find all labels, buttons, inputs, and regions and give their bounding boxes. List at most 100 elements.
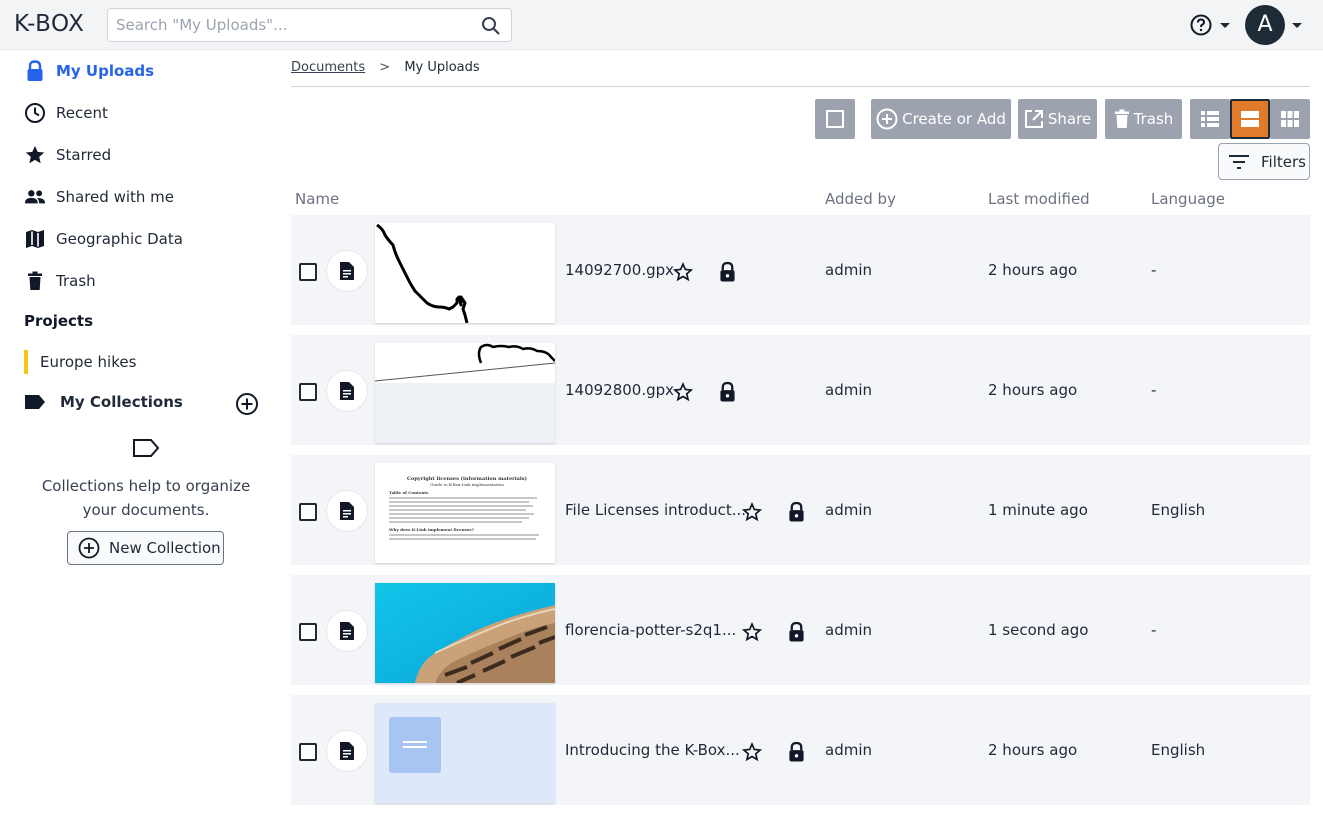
- add-collection-icon[interactable]: [235, 392, 259, 420]
- column-header-added-by[interactable]: Added by: [825, 190, 896, 208]
- list-view-button[interactable]: [1190, 99, 1230, 139]
- column-header-name[interactable]: Name: [295, 190, 339, 208]
- document-icon: [326, 370, 368, 412]
- projects-title: Projects: [24, 312, 94, 330]
- language: English: [1151, 501, 1206, 519]
- select-all-button[interactable]: [815, 99, 855, 139]
- table-row[interactable]: 14092700.gpx admin 2 hours ago -: [291, 215, 1310, 325]
- sidebar-item-label: Geographic Data: [56, 230, 183, 248]
- last-modified: 1 minute ago: [988, 501, 1088, 519]
- added-by: admin: [825, 621, 872, 639]
- lock-icon: [788, 621, 805, 647]
- column-header-last-modified[interactable]: Last modified: [988, 190, 1090, 208]
- table-row[interactable]: Copyright licenses (information material…: [291, 455, 1310, 565]
- trash-icon: [24, 270, 46, 292]
- sidebar-item-label: Trash: [56, 272, 96, 290]
- file-name[interactable]: File Licenses introduct...: [565, 501, 746, 519]
- sidebar-item-geographic-data[interactable]: Geographic Data: [24, 225, 183, 253]
- trash-button[interactable]: Trash: [1105, 99, 1182, 139]
- last-modified: 2 hours ago: [988, 261, 1078, 279]
- document-preview: Copyright licenses (information material…: [375, 463, 555, 540]
- added-by: admin: [825, 501, 872, 519]
- filter-icon: [1229, 154, 1249, 170]
- sidebar-item-my-uploads[interactable]: My Uploads: [24, 57, 154, 85]
- star-outline-icon[interactable]: [672, 382, 694, 406]
- create-or-add-button[interactable]: Create or Add: [871, 99, 1011, 139]
- open-in-new-icon: [1024, 109, 1044, 129]
- search-box[interactable]: [107, 8, 512, 42]
- help-icon[interactable]: [1190, 14, 1212, 40]
- divider: [291, 86, 1310, 87]
- breadcrumb-separator: >: [379, 60, 391, 75]
- last-modified: 1 second ago: [988, 621, 1089, 639]
- breadcrumb: Documents > My Uploads: [291, 60, 480, 75]
- breadcrumb-root-link[interactable]: Documents: [291, 60, 365, 75]
- file-thumbnail[interactable]: [375, 703, 555, 803]
- sidebar-item-label: Shared with me: [56, 188, 175, 206]
- row-checkbox[interactable]: [299, 743, 317, 761]
- lock-icon: [788, 741, 805, 767]
- top-bar: K-BOX A: [0, 0, 1323, 50]
- sidebar-item-shared-with-me[interactable]: Shared with me: [24, 183, 174, 211]
- search-input[interactable]: [108, 9, 468, 41]
- user-menu-chevron-down-icon[interactable]: [1292, 23, 1302, 28]
- star-outline-icon[interactable]: [672, 262, 694, 286]
- label-outline-icon: [132, 438, 160, 462]
- file-thumbnail[interactable]: Copyright licenses (information material…: [375, 463, 555, 563]
- list-view-icon: [1201, 111, 1219, 127]
- add-circle-icon: [78, 537, 100, 559]
- new-collection-button[interactable]: New Collection: [67, 531, 224, 565]
- star-outline-icon[interactable]: [741, 742, 763, 766]
- file-name[interactable]: Introducing the K-Box...: [565, 741, 740, 759]
- image-thumbnail[interactable]: [375, 583, 555, 683]
- added-by: admin: [825, 381, 872, 399]
- row-checkbox[interactable]: [299, 263, 317, 281]
- breadcrumb-current: My Uploads: [404, 60, 480, 75]
- document-icon: [326, 730, 368, 772]
- project-item[interactable]: Europe hikes: [24, 350, 136, 374]
- document-icon: [326, 610, 368, 652]
- help-chevron-down-icon[interactable]: [1220, 23, 1230, 28]
- app-logo[interactable]: K-BOX: [14, 11, 84, 37]
- sidebar-item-label: My Uploads: [56, 62, 155, 80]
- label-icon: [24, 394, 46, 410]
- filters-button[interactable]: Filters: [1218, 143, 1310, 180]
- sidebar-item-label: Starred: [56, 146, 112, 164]
- file-thumbnail[interactable]: [375, 223, 555, 323]
- map-icon: [24, 228, 46, 250]
- file-thumbnail[interactable]: [375, 343, 555, 443]
- collections-title[interactable]: My Collections: [24, 393, 183, 411]
- row-checkbox[interactable]: [299, 383, 317, 401]
- row-checkbox[interactable]: [299, 503, 317, 521]
- table-row[interactable]: Introducing the K-Box... admin 2 hours a…: [291, 695, 1310, 805]
- sidebar-item-trash[interactable]: Trash: [24, 267, 96, 295]
- language: -: [1151, 381, 1157, 399]
- last-modified: 2 hours ago: [988, 381, 1078, 399]
- row-checkbox[interactable]: [299, 623, 317, 641]
- search-icon[interactable]: [481, 16, 501, 40]
- file-name[interactable]: 14092700.gpx: [565, 261, 674, 279]
- file-name[interactable]: 14092800.gpx: [565, 381, 674, 399]
- grid-view-icon: [1281, 111, 1299, 127]
- card-view-button[interactable]: [1230, 99, 1270, 139]
- sidebar-item-recent[interactable]: Recent: [24, 99, 108, 127]
- share-button[interactable]: Share: [1018, 99, 1097, 139]
- grid-view-button[interactable]: [1270, 99, 1310, 139]
- trash-icon: [1114, 109, 1130, 129]
- clock-icon: [24, 102, 46, 124]
- table-row[interactable]: florencia-potter-s2q1... admin 1 second …: [291, 575, 1310, 685]
- lock-icon: [719, 381, 736, 407]
- avatar[interactable]: A: [1245, 5, 1285, 45]
- column-header-language[interactable]: Language: [1151, 190, 1225, 208]
- collections-help-text: Collections help to organize your docume…: [41, 477, 251, 519]
- sidebar-item-starred[interactable]: Starred: [24, 141, 111, 169]
- people-icon: [24, 186, 46, 208]
- add-circle-icon: [876, 108, 898, 130]
- star-outline-icon[interactable]: [741, 622, 763, 646]
- added-by: admin: [825, 261, 872, 279]
- lock-icon: [24, 60, 46, 82]
- star-outline-icon[interactable]: [741, 502, 763, 526]
- table-row[interactable]: 14092800.gpx admin 2 hours ago -: [291, 335, 1310, 445]
- added-by: admin: [825, 741, 872, 759]
- file-name[interactable]: florencia-potter-s2q1...: [565, 621, 736, 639]
